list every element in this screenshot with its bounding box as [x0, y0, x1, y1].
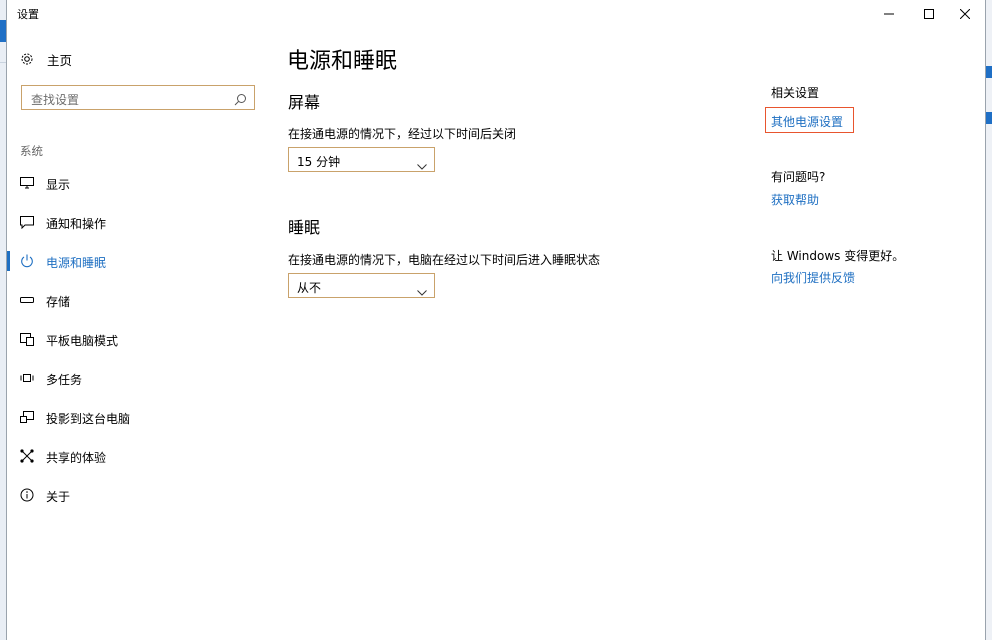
screen-timeout-value: 15 分钟 [297, 155, 341, 169]
sidebar-item-label: 通知和操作 [46, 217, 107, 231]
screen-timeout-dropdown[interactable]: 15 分钟 [288, 147, 435, 172]
desktop-right-edge [986, 0, 992, 640]
sleep-timeout-value: 从不 [297, 281, 322, 295]
sidebar-item-label: 多任务 [46, 373, 83, 387]
storage-icon [19, 292, 35, 308]
search-placeholder: 查找设置 [31, 93, 80, 107]
title-bar[interactable]: 设置 [7, 0, 985, 28]
related-settings-heading: 相关设置 [771, 86, 820, 100]
sidebar-item-multitasking[interactable]: 多任务 [7, 365, 267, 391]
search-icon[interactable] [234, 91, 247, 110]
window-title: 设置 [17, 8, 39, 21]
screen-timeout-description: 在接通电源的情况下，经过以下时间后关闭 [288, 127, 517, 141]
maximize-button[interactable] [909, 0, 949, 28]
shared-experiences-icon [19, 448, 35, 464]
minimize-button[interactable] [869, 0, 909, 28]
sidebar-item-projecting[interactable]: 投影到这台电脑 [7, 404, 267, 430]
maximize-icon [924, 9, 934, 19]
feedback-heading: 让 Windows 变得更好。 [771, 249, 905, 263]
sleep-timeout-dropdown[interactable]: 从不 [288, 273, 435, 298]
home-nav-item[interactable]: 主页 [19, 48, 72, 70]
active-indicator [7, 251, 10, 271]
sidebar-item-shared-experiences[interactable]: 共享的体验 [7, 443, 267, 469]
tablet-mode-icon [19, 331, 35, 347]
desktop-blue-tick [986, 66, 992, 78]
sidebar-item-label: 电源和睡眠 [46, 256, 107, 270]
notification-icon [19, 214, 35, 230]
sidebar-item-label: 关于 [46, 490, 71, 504]
close-icon [960, 9, 970, 19]
sidebar-item-storage[interactable]: 存储 [7, 287, 267, 313]
additional-power-settings-link[interactable]: 其他电源设置 [771, 113, 843, 130]
sidebar-item-display[interactable]: 显示 [7, 170, 267, 196]
give-feedback-link[interactable]: 向我们提供反馈 [771, 269, 855, 286]
minimize-icon [884, 13, 894, 15]
sidebar-item-label: 平板电脑模式 [46, 334, 119, 348]
info-icon [19, 487, 35, 503]
sidebar-item-label: 存储 [46, 295, 71, 309]
projecting-icon [19, 409, 35, 425]
sidebar-item-notifications[interactable]: 通知和操作 [7, 209, 267, 235]
sidebar-item-label: 显示 [46, 178, 71, 192]
sidebar-item-label: 投影到这台电脑 [46, 412, 131, 426]
chevron-down-icon [417, 155, 427, 174]
multitasking-icon [19, 370, 35, 386]
close-button[interactable] [945, 0, 985, 28]
screen-section-title: 屏幕 [288, 93, 321, 112]
get-help-link[interactable]: 获取帮助 [771, 191, 819, 208]
gear-icon [19, 51, 35, 67]
home-label: 主页 [47, 52, 73, 68]
sidebar-item-power-sleep[interactable]: 电源和睡眠 [7, 248, 267, 274]
settings-window: 设置 主页 查找设置 系统 显示 通知和操作 电源和睡眠 存储 平板电脑模式 多… [6, 0, 986, 640]
chevron-down-icon [417, 281, 427, 300]
sidebar-item-about[interactable]: 关于 [7, 482, 267, 508]
sleep-section-title: 睡眠 [288, 218, 321, 237]
question-heading: 有问题吗? [771, 170, 826, 184]
desktop-blue-tick [986, 112, 992, 124]
power-icon [19, 253, 35, 269]
page-title: 电源和睡眠 [287, 49, 398, 74]
sidebar-item-label: 共享的体验 [46, 451, 107, 465]
search-input[interactable]: 查找设置 [21, 85, 255, 110]
system-group-label: 系统 [20, 144, 43, 158]
monitor-icon [19, 175, 35, 191]
sidebar-item-tablet-mode[interactable]: 平板电脑模式 [7, 326, 267, 352]
sleep-timeout-description: 在接通电源的情况下，电脑在经过以下时间后进入睡眠状态 [288, 253, 601, 267]
